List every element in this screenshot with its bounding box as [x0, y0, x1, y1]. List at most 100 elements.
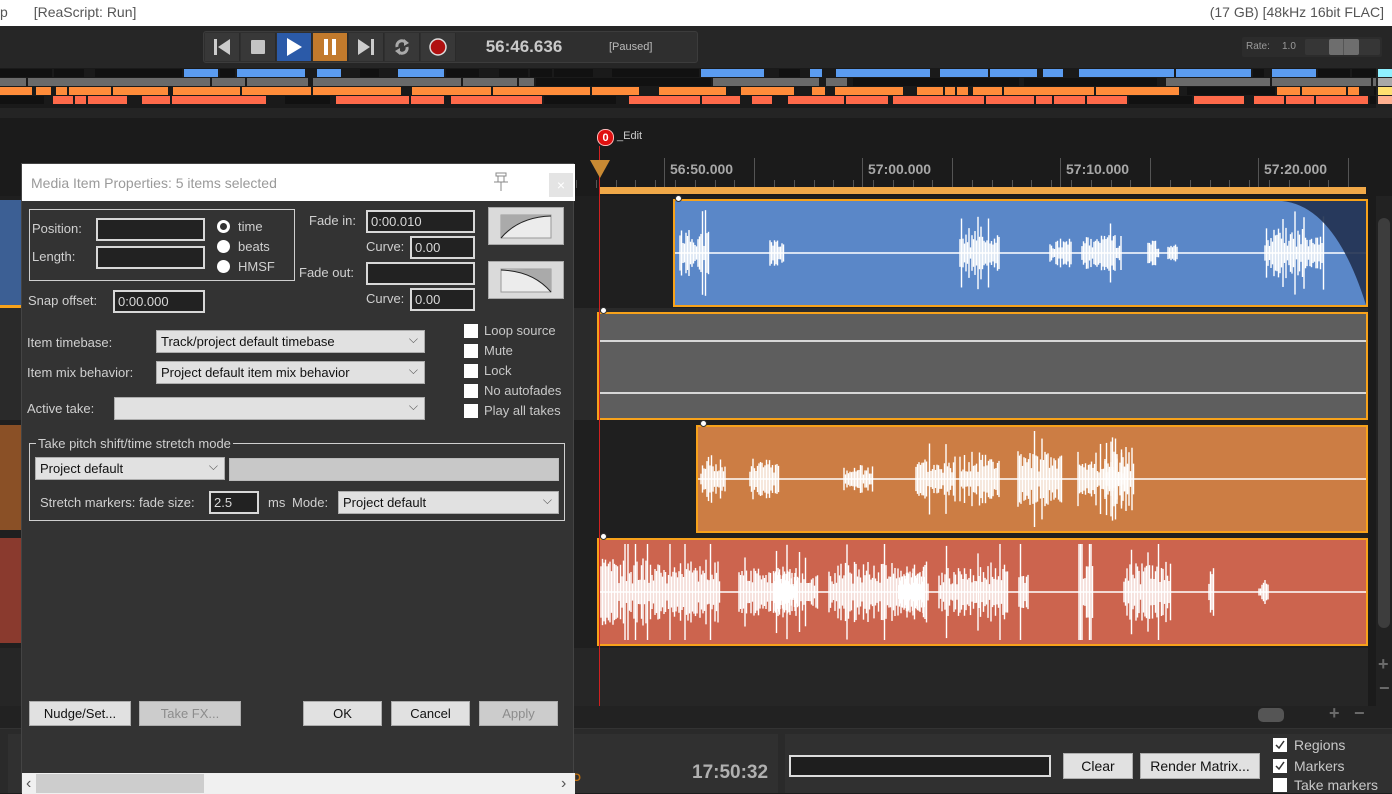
item-partial-orange[interactable]: [0, 425, 22, 530]
fade-out-input[interactable]: [366, 262, 475, 285]
zoom-out-horizontal-icon[interactable]: −: [1354, 703, 1365, 724]
vertical-scrollbar[interactable]: + −: [1376, 196, 1392, 706]
radio-selected-icon[interactable]: [217, 220, 230, 233]
checkbox-empty[interactable]: [464, 363, 478, 378]
fade-handle[interactable]: [600, 307, 607, 314]
zoom-in-horizontal-icon[interactable]: +: [1329, 703, 1340, 724]
checkbox-empty[interactable]: [464, 323, 478, 338]
overview-lane[interactable]: [0, 96, 1376, 104]
play-button[interactable]: [277, 33, 312, 61]
item-partial-red[interactable]: [0, 538, 22, 643]
regions-checkbox[interactable]: Regions: [1273, 737, 1345, 753]
take-fx-button[interactable]: Take FX...: [139, 701, 241, 726]
overview-block: [1128, 96, 1192, 104]
media-item-1[interactable]: [673, 199, 1368, 307]
scroll-right-icon[interactable]: ›: [561, 773, 566, 794]
marker-name[interactable]: _Edit: [617, 130, 642, 142]
overview-block: [940, 69, 988, 77]
stop-button[interactable]: [241, 33, 276, 61]
stretch-fade-input[interactable]: [209, 491, 259, 514]
time-selection-bar[interactable]: [600, 187, 1366, 194]
close-button[interactable]: ×: [549, 173, 573, 197]
record-button[interactable]: [421, 33, 456, 61]
fade-out-shape-button[interactable]: [488, 261, 564, 299]
loop-source-checkbox[interactable]: Loop source: [464, 323, 556, 338]
timebase-radio-time[interactable]: time: [217, 219, 263, 234]
mute-checkbox[interactable]: Mute: [464, 343, 513, 358]
length-input[interactable]: [96, 246, 205, 269]
project-overview[interactable]: [0, 68, 1392, 108]
dialog-scroll-thumb[interactable]: [36, 774, 204, 793]
clear-button[interactable]: Clear: [1063, 753, 1133, 779]
take-markers-checkbox[interactable]: Take markers: [1273, 777, 1378, 793]
edit-cursor-head-icon[interactable]: [590, 160, 610, 178]
skip-end-icon: [358, 39, 374, 55]
checkbox-empty[interactable]: [464, 383, 478, 398]
go-to-start-button[interactable]: [205, 33, 240, 61]
vertical-scroll-thumb[interactable]: [1378, 218, 1390, 628]
play-all-takes-checkbox[interactable]: Play all takes: [464, 403, 561, 418]
waveform: [599, 544, 1366, 640]
ok-button[interactable]: OK: [303, 701, 382, 726]
position-input[interactable]: [96, 218, 205, 241]
rate-slider[interactable]: [1305, 39, 1380, 55]
dialog-title-bar[interactable]: Media Item Properties: 5 items selected …: [22, 164, 575, 201]
checkbox-empty[interactable]: [464, 403, 478, 418]
rate-slider-thumb[interactable]: [1329, 39, 1359, 55]
radio-icon[interactable]: [217, 260, 230, 273]
stretch-mode-select[interactable]: Project default ⌵: [338, 491, 559, 514]
timebase-radio-beats[interactable]: beats: [217, 239, 270, 254]
fade-handle[interactable]: [600, 533, 607, 540]
markers-checkbox[interactable]: Markers: [1273, 758, 1345, 774]
check-icon[interactable]: [1273, 759, 1287, 773]
nudge-set-button[interactable]: Nudge/Set...: [29, 701, 131, 726]
rate-value[interactable]: 1.0: [1282, 41, 1296, 52]
fade-in-input[interactable]: [366, 210, 475, 233]
repeat-button[interactable]: [385, 33, 420, 61]
media-item-3[interactable]: [696, 425, 1368, 533]
pitch-submode-select[interactable]: [229, 458, 559, 481]
region-filter-input[interactable]: [789, 755, 1051, 777]
media-item-4[interactable]: [597, 538, 1368, 646]
checkbox-empty[interactable]: [464, 343, 478, 358]
fade-out-curve-input[interactable]: [410, 288, 475, 311]
zoom-out-vertical-icon[interactable]: −: [1379, 678, 1390, 699]
time-display[interactable]: 56:46.636: [459, 37, 589, 57]
item-timebase-select[interactable]: Track/project default timebase ⌵: [156, 330, 425, 353]
check-icon[interactable]: [1273, 738, 1287, 752]
radio-icon[interactable]: [217, 240, 230, 253]
snap-offset-input[interactable]: [113, 290, 205, 313]
pitch-mode-select[interactable]: Project default ⌵: [35, 457, 225, 480]
zoom-in-vertical-icon[interactable]: +: [1378, 654, 1389, 675]
overview-lane[interactable]: [0, 69, 1376, 77]
render-matrix-button[interactable]: Render Matrix...: [1140, 753, 1260, 779]
marker-badge[interactable]: 0: [597, 129, 614, 146]
cancel-button[interactable]: Cancel: [391, 701, 470, 726]
fade-handle[interactable]: [700, 420, 707, 427]
dialog-horizontal-scrollbar[interactable]: ‹ ›: [22, 773, 575, 794]
radio-label: HMSF: [238, 259, 275, 274]
apply-button[interactable]: Apply: [479, 701, 558, 726]
active-take-select[interactable]: ⌵: [114, 397, 425, 420]
length-label: Length:: [32, 249, 76, 264]
overview-block: [712, 78, 820, 86]
go-to-end-button[interactable]: [349, 33, 384, 61]
media-item-2[interactable]: [597, 312, 1368, 420]
overview-lane[interactable]: [0, 87, 1376, 95]
fade-in-shape-button[interactable]: [488, 207, 564, 245]
timebase-radio-hmsf[interactable]: HMSF: [217, 259, 275, 274]
scroll-left-icon[interactable]: ‹: [26, 773, 31, 794]
item-mix-select[interactable]: Project default item mix behavior ⌵: [156, 361, 425, 384]
fade-handle[interactable]: [675, 195, 682, 202]
horizontal-scroll-thumb[interactable]: [1258, 708, 1284, 722]
no-autofades-checkbox[interactable]: No autofades: [464, 383, 561, 398]
edit-cursor[interactable]: [599, 146, 600, 706]
fade-in-curve-input[interactable]: [410, 236, 475, 259]
pin-icon[interactable]: [492, 171, 510, 193]
lock-checkbox[interactable]: Lock: [464, 363, 511, 378]
item-partial-blue[interactable]: [0, 200, 22, 305]
overview-lane[interactable]: [0, 78, 1376, 86]
menu-fragment[interactable]: p: [0, 4, 8, 20]
pause-button[interactable]: [313, 33, 348, 61]
checkbox-empty[interactable]: [1273, 778, 1287, 792]
